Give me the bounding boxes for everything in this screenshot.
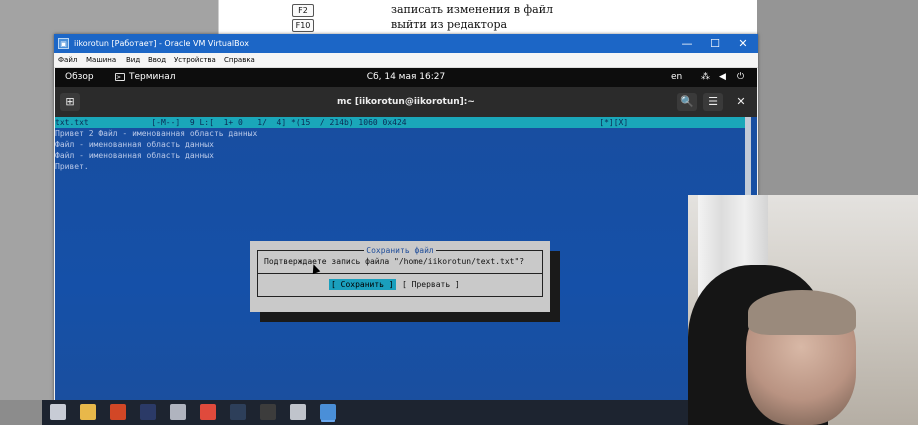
box-icon[interactable] bbox=[290, 404, 306, 420]
explorer-icon[interactable] bbox=[80, 404, 96, 420]
taskbar-search-area[interactable] bbox=[0, 400, 42, 425]
dialog-separator bbox=[258, 273, 542, 274]
vbox-titlebar[interactable]: ▣ iikorotun [Работает] - Oracle VM Virtu… bbox=[54, 34, 758, 53]
new-tab-icon[interactable]: ⊞ bbox=[60, 93, 80, 111]
volume-icon[interactable]: ◀ bbox=[719, 68, 726, 87]
hamburger-menu-icon[interactable]: ☰ bbox=[703, 93, 723, 111]
virtualbox-icon[interactable] bbox=[320, 404, 336, 420]
editor-line-3: Файл - именованная область данных bbox=[55, 151, 214, 160]
dialog-title: Сохранить файл bbox=[250, 246, 550, 255]
terminal-title: mc [iikorotun@iikorotun]:~ bbox=[337, 97, 475, 107]
language-indicator[interactable]: en bbox=[671, 68, 682, 87]
app-icon[interactable] bbox=[170, 404, 186, 420]
close-icon[interactable]: ✕ bbox=[731, 93, 751, 111]
gnome-top-bar: Обзор >_ Терминал Сб, 14 мая 16:27 en ⁂ … bbox=[55, 68, 757, 87]
clock[interactable]: Сб, 14 мая 16:27 bbox=[55, 68, 757, 87]
save-file-dialog: Сохранить файл Подтверждаете запись файл… bbox=[250, 241, 550, 312]
photoshop-icon[interactable] bbox=[140, 404, 156, 420]
editor-line-4: Привет. bbox=[55, 162, 89, 171]
steam-icon[interactable] bbox=[230, 404, 246, 420]
menu-file[interactable]: Файл bbox=[58, 53, 77, 67]
obs-icon[interactable] bbox=[260, 404, 276, 420]
save-button[interactable]: [ Сохранить ] bbox=[329, 279, 396, 290]
menu-devices[interactable]: Устройства bbox=[174, 53, 216, 67]
vbox-menubar: Файл Машина Вид Ввод Устройства Справка bbox=[54, 53, 758, 68]
editor-status-bar: txt.txt [-M--] 9 L:[ 1+ 0 1/ 4] *(15 / 2… bbox=[55, 117, 745, 128]
key-f2: F2 bbox=[292, 4, 314, 17]
powerpoint-icon[interactable] bbox=[110, 404, 126, 420]
taskview-icon[interactable] bbox=[50, 404, 66, 420]
editor-line-2: Файл - именованная область данных bbox=[55, 140, 214, 149]
cancel-button[interactable]: [ Прервать ] bbox=[400, 279, 462, 290]
doc-desc-f2: записать изменения в файл bbox=[391, 3, 554, 16]
chrome-icon[interactable] bbox=[200, 404, 216, 420]
doc-row-f2: F2 записать изменения в файл bbox=[219, 3, 757, 18]
virtualbox-icon: ▣ bbox=[58, 38, 69, 49]
menu-input[interactable]: Ввод bbox=[148, 53, 166, 67]
terminal-body[interactable]: txt.txt [-M--] 9 L:[ 1+ 0 1/ 4] *(15 / 2… bbox=[55, 117, 757, 401]
window-title: iikorotun [Работает] - Oracle VM Virtual… bbox=[74, 39, 249, 48]
webcam-overlay bbox=[688, 195, 918, 425]
doc-desc-f10: выйти из редактора bbox=[391, 18, 508, 31]
search-icon[interactable]: 🔍 bbox=[677, 93, 697, 111]
menu-view[interactable]: Вид bbox=[126, 53, 140, 67]
guest-screen: Обзор >_ Терминал Сб, 14 мая 16:27 en ⁂ … bbox=[55, 68, 757, 401]
close-button[interactable]: ✕ bbox=[728, 34, 758, 53]
background-document: F2 записать изменения в файл F10 выйти и… bbox=[218, 0, 757, 35]
dialog-title-text: Сохранить файл bbox=[364, 246, 436, 255]
menu-help[interactable]: Справка bbox=[224, 53, 255, 67]
key-f10: F10 bbox=[292, 19, 314, 32]
terminal-headerbar: mc [iikorotun@iikorotun]:~ ⊞ 🔍 ☰ ✕ bbox=[55, 87, 757, 117]
webcam-person-hair bbox=[748, 290, 856, 335]
editor-line-1: Привет 2 Файл - именованная область данн… bbox=[55, 129, 258, 138]
desktop-background-right bbox=[756, 0, 918, 195]
doc-row-f10: F10 выйти из редактора bbox=[219, 18, 757, 33]
maximize-button[interactable]: ☐ bbox=[700, 34, 730, 53]
minimize-button[interactable]: — bbox=[672, 34, 702, 53]
virtualbox-window: ▣ iikorotun [Работает] - Oracle VM Virtu… bbox=[54, 34, 758, 402]
menu-machine[interactable]: Машина bbox=[86, 53, 116, 67]
dialog-message: Подтверждаете запись файла "/home/iikoro… bbox=[264, 257, 525, 266]
network-icon[interactable]: ⁂ bbox=[701, 68, 710, 87]
power-icon[interactable]: ⏻ bbox=[737, 68, 744, 87]
